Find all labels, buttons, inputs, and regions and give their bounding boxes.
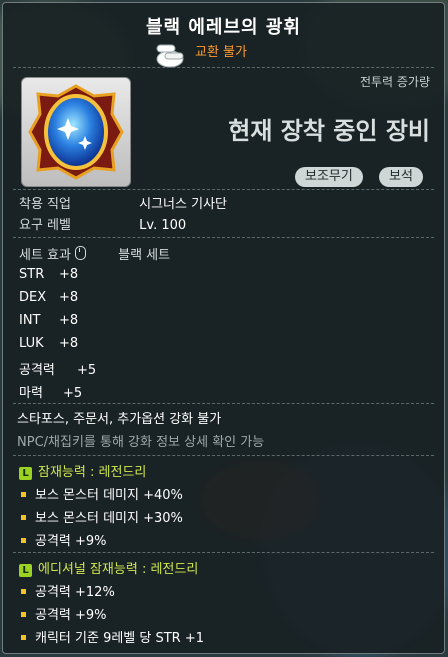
set-effect-label: 세트 효과 <box>19 248 71 263</box>
stat-value: +5 <box>77 363 97 378</box>
combat-power-label: 전투력 증가량 <box>359 75 430 89</box>
potential-text: 보스 몬스터 데미지 +40% <box>35 488 183 503</box>
item-image-frame <box>21 77 131 187</box>
potential-header: L 잠재능력 : 레전드리 <box>19 461 146 480</box>
legendary-badge-icon: L <box>19 564 32 577</box>
stat-value: +5 <box>63 386 83 401</box>
tag-sub-weapon: 보조무기 <box>295 167 363 187</box>
stat-name: 공격력 <box>19 363 55 378</box>
potential-line: 공격력 +9% <box>21 530 107 549</box>
divider <box>13 552 434 553</box>
set-name: 블랙 세트 <box>118 248 171 263</box>
stat-value: +8 <box>59 336 79 351</box>
bullet-icon <box>21 492 26 497</box>
stat-row: LUK +8 <box>19 336 78 351</box>
bullet-icon <box>21 589 26 594</box>
additional-potential-text: 캐릭터 기준 9레벨 당 STR +1 <box>35 631 205 646</box>
additional-potential-line: 공격력 +12% <box>21 581 115 600</box>
tag-gem: 보석 <box>379 167 423 187</box>
stat-value: +8 <box>59 290 79 305</box>
bullet-icon <box>21 538 26 543</box>
enhance-note: 스타포스, 주문서, 추가옵션 강화 불가 <box>17 412 222 427</box>
job-row: 착용 직업 시그너스 기사단 <box>19 193 227 212</box>
bullet-icon <box>21 515 26 520</box>
mouse-icon <box>74 246 86 260</box>
potential-text: 공격력 +9% <box>35 534 107 549</box>
level-label: 요구 레벨 <box>19 218 71 233</box>
additional-potential-text: 공격력 +9% <box>35 608 107 623</box>
stat-value: +8 <box>59 313 79 328</box>
item-title: 블랙 에레브의 광휘 <box>145 17 301 38</box>
stat-row: DEX +8 <box>19 290 78 305</box>
additional-potential-line: 캐릭터 기준 9레벨 당 STR +1 <box>21 627 204 646</box>
stat-row: 마력 +5 <box>19 382 82 401</box>
currently-equipped-text: 현재 장착 중인 장비 <box>228 117 430 145</box>
stat-row: STR +8 <box>19 267 78 282</box>
bullet-icon <box>21 635 26 640</box>
divider <box>13 189 434 190</box>
set-effect-row: 세트 효과 블랙 세트 <box>19 244 170 263</box>
job-label: 착용 직업 <box>19 197 71 212</box>
additional-potential-text: 공격력 +12% <box>35 585 115 600</box>
legendary-badge-icon: L <box>19 467 32 480</box>
stat-row: INT +8 <box>19 313 78 328</box>
potential-line: 보스 몬스터 데미지 +40% <box>21 484 183 503</box>
stat-name: STR <box>19 267 45 282</box>
potential-text: 보스 몬스터 데미지 +30% <box>35 511 183 526</box>
gem-emblem-icon <box>28 84 124 180</box>
job-value: 시그너스 기사단 <box>139 197 227 212</box>
stat-name: DEX <box>19 290 47 305</box>
additional-potential-line: 공격력 +9% <box>21 604 107 623</box>
level-value: Lv. 100 <box>139 218 187 233</box>
bullet-icon <box>21 612 26 617</box>
stat-name: LUK <box>19 336 44 351</box>
divider <box>13 67 434 68</box>
stat-value: +8 <box>59 267 79 282</box>
item-tooltip: 블랙 에레브의 광휘 교환 불가 전투력 증가량 현재 장착 중인 장비 보조무… <box>2 2 445 654</box>
potential-line: 보스 몬스터 데미지 +30% <box>21 507 183 526</box>
divider <box>13 237 434 238</box>
stat-name: 마력 <box>19 386 43 401</box>
trade-status: 교환 불가 <box>195 45 247 60</box>
hand-pointer-icon <box>156 44 184 68</box>
stat-name: INT <box>19 313 41 328</box>
potential-title: 잠재능력 : 레전드리 <box>38 465 147 480</box>
level-row: 요구 레벨 Lv. 100 <box>19 214 186 233</box>
additional-potential-title: 에디셔널 잠재능력 : 레전드리 <box>38 562 199 577</box>
stat-row: 공격력 +5 <box>19 359 96 378</box>
divider <box>13 403 434 404</box>
npc-note: NPC/채집키를 통해 강화 정보 상세 확인 가능 <box>17 435 265 450</box>
divider <box>13 455 434 456</box>
additional-potential-header: L 에디셔널 잠재능력 : 레전드리 <box>19 558 198 577</box>
